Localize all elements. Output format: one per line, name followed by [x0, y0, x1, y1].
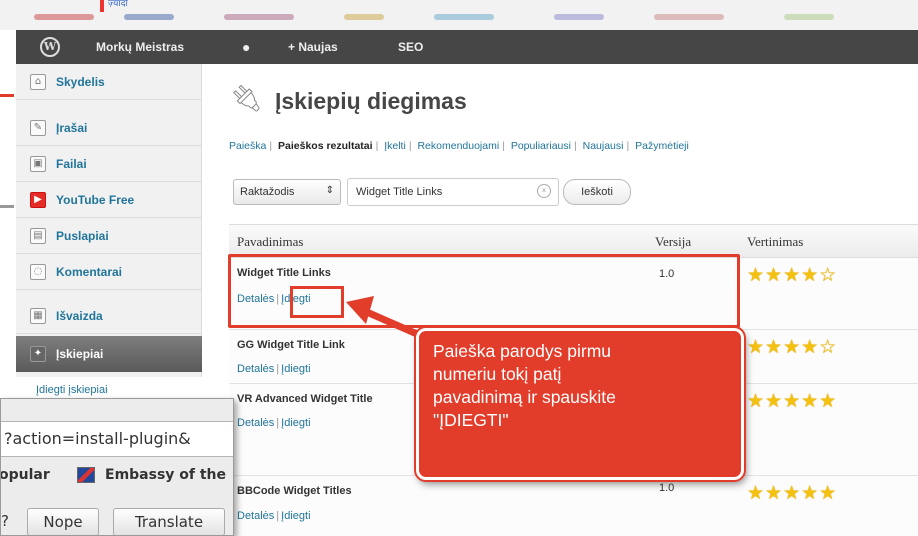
search-input[interactable]	[347, 178, 559, 206]
row-actions: Detalės | Įdiegti	[237, 417, 311, 429]
bookmark-popular[interactable]: opular	[1, 467, 50, 483]
results-table-header: Pavadinimas Versija Vertinimas	[229, 224, 918, 258]
plugins-icon: ✦	[30, 346, 46, 362]
annotation-callout: Paieška parodys pirmu numeriu tokį patį …	[416, 328, 744, 480]
search-button[interactable]: Ieškoti	[563, 179, 631, 205]
subnav-rekomenduojami[interactable]: Rekomenduojami	[417, 140, 499, 152]
plugin-version: 1.0	[659, 482, 675, 494]
details-link[interactable]: Detalės	[237, 363, 274, 375]
table-row: BBCode Widget Titles Detalės | Įdiegti 1.0…	[229, 476, 918, 536]
row-actions: Detalės | Įdiegti	[237, 363, 311, 375]
plugin-install-subnav: Paieška | Paieškos rezultatai | Įkelti | Re…	[229, 140, 689, 152]
plugin-name: GG Widget Title Link	[237, 339, 345, 351]
subnav-pazymetieji[interactable]: Pažymėtieji	[635, 140, 689, 152]
submenu-installed-plugins[interactable]: Įdiegti įskiepiai	[36, 384, 108, 396]
sidebar-item-komentarai[interactable]: ◌ Komentarai	[16, 254, 202, 290]
speech-bubble-icon[interactable]: ●	[242, 30, 250, 64]
header-rating: Vertinimas	[747, 234, 804, 249]
callout-text: Paieška parodys pirmu numeriu tokį patį …	[433, 341, 616, 430]
rating-stars: ★★★★☆	[747, 336, 838, 358]
sidebar-item-puslapiai[interactable]: ▤ Puslapiai	[16, 218, 202, 254]
subnav-populiariausi[interactable]: Populiariausi	[511, 140, 571, 152]
header-version: Versija	[655, 234, 692, 249]
admin-bar-new[interactable]: + Naujas	[288, 30, 338, 64]
sidebar-item-irasai[interactable]: ✎ Įrašai	[16, 110, 202, 146]
bookmark-embassy[interactable]: Embassy of the	[105, 467, 226, 483]
rating-stars: ★★★★☆	[747, 264, 838, 286]
sidebar-item-youtube-free[interactable]: ▶ YouTube Free	[16, 182, 202, 218]
admin-bar-site-name[interactable]: Morkų Meistras	[96, 30, 184, 64]
search-type-value: Raktažodis	[240, 186, 295, 198]
header-name: Pavadinimas	[237, 234, 304, 249]
sidebar-item-label: Įskiepiai	[56, 347, 104, 361]
select-arrows-icon: ⇕	[325, 185, 334, 196]
comments-icon: ◌	[30, 264, 46, 280]
details-link[interactable]: Detalės	[237, 417, 274, 429]
sidebar-item-label: Skydelis	[56, 75, 105, 89]
plugin-name: VR Advanced Widget Title	[237, 393, 373, 405]
translate-question: ?	[1, 512, 9, 530]
appearance-icon: ▦	[30, 308, 46, 324]
admin-bar-seo[interactable]: SEO	[398, 30, 423, 64]
sidebar-item-iskiepiai[interactable]: ✦ Įskiepiai	[16, 336, 202, 372]
browser-bookmarks-strip: ज़्यादा	[0, 0, 918, 30]
sidebar-item-label: Įrašai	[56, 121, 88, 135]
subnav-paieskos-rezultatai[interactable]: Paieškos rezultatai	[278, 140, 373, 152]
translate-button[interactable]: Translate	[113, 508, 225, 535]
sidebar-item-label: Failai	[56, 157, 87, 171]
subnav-ikelti[interactable]: Įkelti	[384, 140, 406, 152]
plugin-plug-icon: 🔌︎	[230, 84, 264, 114]
annotation-line-left	[0, 94, 14, 97]
shadow-line-left	[0, 205, 14, 208]
details-link[interactable]: Detalės	[237, 510, 274, 522]
subnav-naujausi[interactable]: Naujausi	[583, 140, 624, 152]
bookmarks-bar: opular Embassy of the	[1, 461, 233, 491]
browser-url-bar[interactable]: ?action=install-plugin&	[1, 421, 233, 457]
rating-stars: ★★★★★	[747, 390, 838, 412]
install-link[interactable]: Įdiegti	[281, 417, 310, 429]
translate-bar: ? Nope Translate	[1, 499, 233, 535]
clear-search-icon[interactable]: ×	[537, 184, 551, 198]
rating-stars: ★★★★★	[747, 482, 838, 504]
sidebar-item-label: YouTube Free	[56, 193, 135, 207]
sidebar-item-label: Komentarai	[56, 265, 123, 279]
pin-icon: ✎	[30, 120, 46, 136]
sidebar-item-label: Puslapiai	[56, 229, 109, 243]
blurred-bookmarks	[14, 8, 914, 26]
media-icon: ▣	[30, 156, 46, 172]
plugin-name: BBCode Widget Titles	[237, 485, 352, 497]
sidebar-item-failai[interactable]: ▣ Failai	[16, 146, 202, 182]
page-title: Įskiepių diegimas	[275, 88, 467, 114]
install-link[interactable]: Įdiegti	[281, 363, 310, 375]
pages-icon: ▤	[30, 228, 46, 244]
install-link[interactable]: Įdiegti	[281, 510, 310, 522]
highlight-install-link	[290, 286, 344, 318]
nope-button[interactable]: Nope	[27, 508, 99, 535]
sidebar-item-isvaizda[interactable]: ▦ Išvaizda	[16, 298, 202, 334]
wp-admin-bar: W Morkų Meistras ● + Naujas SEO	[16, 30, 918, 64]
flag-icon	[77, 467, 95, 483]
row-actions: Detalės | Įdiegti	[237, 510, 311, 522]
browser-overlay: ?action=install-plugin& opular Embassy o…	[0, 398, 234, 536]
dashboard-icon: ⌂	[30, 74, 46, 90]
youtube-icon: ▶	[30, 192, 46, 208]
wordpress-logo-icon[interactable]: W	[40, 37, 60, 57]
subnav-paieska[interactable]: Paieška	[229, 140, 266, 152]
sidebar-item-skydelis[interactable]: ⌂ Skydelis	[16, 64, 202, 100]
sidebar-item-label: Išvaizda	[56, 309, 103, 323]
search-type-select[interactable]: Raktažodis ⇕	[233, 179, 341, 205]
